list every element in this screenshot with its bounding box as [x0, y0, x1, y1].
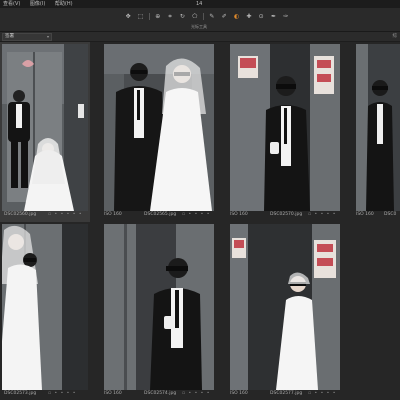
thumbnail-filename: DSC02573.jpg [4, 391, 37, 396]
pan-tool-icon[interactable]: ✥ [122, 12, 134, 22]
rating-dots[interactable]: ▫ • • • • [308, 391, 336, 396]
thumbnail-iso: ISO 160 [104, 212, 122, 217]
thumbnail-image[interactable] [230, 224, 340, 390]
gradient-tool-icon[interactable]: ◐ [230, 12, 242, 22]
toolbar-divider [202, 13, 204, 20]
sort-label[interactable]: 综 [393, 33, 398, 39]
keystone-tool-icon[interactable]: ⬠ [189, 12, 201, 22]
toolbar-divider [148, 13, 150, 20]
rating-dots[interactable]: ▫ • • • • [182, 391, 210, 396]
thumbnail-filename: DSC02577.jpg [270, 391, 303, 396]
thumbnail-cell[interactable]: ISO 160 DSC02577.jpg ▫ • • • • [228, 224, 342, 400]
thumbnail-cell[interactable]: ISO 160 DSC0 [354, 42, 400, 222]
clone-tool-icon[interactable]: ⊙ [255, 12, 267, 22]
thumbnail-iso: ISO 160 [230, 212, 248, 217]
toolbar: ✥ ⬚ ⊕ ⌗ ↻ ⬠ ✎ ✐ ◐ ✚ ⊙ ✒ ✑ 光标工具 [0, 8, 400, 32]
thumbnail-iso: ISO 160 [104, 391, 122, 396]
thumbnail-cell[interactable]: ISO 160 DSC02570.jpg ▫ • • • • [228, 42, 342, 222]
thumbnail-cell[interactable]: DSC02573.jpg ▫ • • • • [0, 224, 90, 400]
thumbnail-filename: DSC02574.jpg [144, 391, 177, 396]
thumbnail-grid: DSC02560.jpg ▫ • • • • • ISO 160 DSC0256… [0, 42, 400, 400]
eraser-tool-icon[interactable]: ✐ [218, 12, 230, 22]
menu-image[interactable]: 图像(I) [30, 0, 45, 8]
thumbnail-image[interactable] [356, 44, 400, 211]
rating-dots[interactable]: ▫ • • • • [308, 212, 336, 217]
chevron-down-icon: ▾ [46, 34, 49, 39]
rating-dots[interactable]: ▫ • • • • [48, 391, 76, 396]
toolbar-caption: 光标工具 [191, 24, 207, 29]
rotate-tool-icon[interactable]: ↻ [176, 12, 188, 22]
rating-dots[interactable]: ▫ • • • • • [48, 212, 82, 217]
thumbnail-image[interactable] [104, 44, 214, 211]
filter-value: 签署 [5, 34, 14, 39]
frame-count: 14 [196, 1, 203, 7]
menu-help[interactable]: 帮助(H) [55, 0, 73, 8]
thumbnail-iso: ISO 160 [356, 212, 374, 217]
rating-dots[interactable]: ▫ • • • • [182, 212, 210, 217]
menu-bar: 查看(V) 图像(I) 帮助(H) 14 [0, 0, 400, 8]
loupe-tool-icon[interactable]: ⊕ [152, 12, 164, 22]
filter-bar: 签署 ▾ 综 [0, 32, 400, 42]
thumbnail-cell[interactable]: ISO 160 DSC02574.jpg ▫ • • • • [102, 224, 216, 400]
thumbnail-image[interactable] [2, 224, 88, 390]
thumbnail-filename: DSC02560.jpg [4, 212, 37, 217]
thumbnail-cell[interactable]: ISO 160 DSC02565.jpg ▫ • • • • [102, 42, 216, 222]
annotate-tool-icon[interactable]: ✑ [280, 12, 292, 22]
menu-view[interactable]: 查看(V) [3, 0, 20, 8]
thumbnail-filename: DSC02570.jpg [270, 212, 303, 217]
filter-dropdown[interactable]: 签署 ▾ [2, 33, 52, 41]
brush-tool-icon[interactable]: ✎ [206, 12, 218, 22]
tool-strip: ✥ ⬚ ⊕ ⌗ ↻ ⬠ ✎ ✐ ◐ ✚ ⊙ ✒ ✑ [122, 11, 292, 22]
thumbnail-iso: ISO 160 [230, 391, 248, 396]
heal-tool-icon[interactable]: ✚ [243, 12, 255, 22]
crop-tool-icon[interactable]: ⌗ [164, 12, 176, 22]
thumbnail-filename: DSC0 [384, 212, 397, 217]
select-tool-icon[interactable]: ⬚ [134, 12, 146, 22]
thumbnail-image[interactable] [104, 224, 214, 390]
thumbnail-cell[interactable]: DSC02560.jpg ▫ • • • • • [0, 42, 90, 222]
picker-tool-icon[interactable]: ✒ [267, 12, 279, 22]
thumbnail-image[interactable] [2, 44, 88, 211]
thumbnail-filename: DSC02565.jpg [144, 212, 177, 217]
thumbnail-image[interactable] [230, 44, 340, 211]
